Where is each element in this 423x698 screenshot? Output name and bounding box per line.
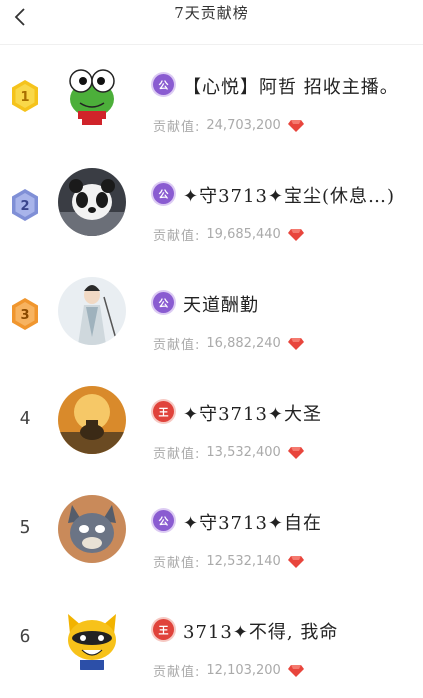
role-badge: 王 — [153, 619, 174, 640]
user-name: ✦守3713✦自在 — [183, 513, 322, 534]
contribution-value: 19,685,440 — [206, 227, 281, 242]
contribution-value: 12,103,200 — [206, 663, 281, 678]
rank-number: 6 — [19, 625, 31, 647]
contribution-value: 16,882,240 — [206, 336, 281, 351]
contribution-label: 贡献值: — [153, 665, 201, 680]
role-badge: 公 — [153, 74, 174, 95]
contribution-value: 12,532,140 — [206, 554, 281, 569]
gem-icon — [287, 228, 304, 241]
contribution-label: 贡献值: — [153, 556, 201, 571]
list-item[interactable]: 3 公 天道酬勤 贡献值: 16,882,240 — [0, 262, 423, 371]
rank-number: 1 — [20, 90, 29, 105]
contribution-value: 24,703,200 — [206, 118, 281, 133]
avatar[interactable] — [58, 58, 126, 127]
list-item[interactable]: 6 王 3713✦不得, 我命 贡献值: 12,103,200 — [0, 589, 423, 698]
role-badge: 王 — [153, 401, 174, 422]
gem-icon — [287, 555, 304, 568]
gold-rank-badge-icon: 1 — [10, 79, 40, 113]
list-item[interactable]: 2 公 ✦守3713✦宝尘(休息…) 贡献值: 19,685,440 — [0, 153, 423, 262]
rank-number: 2 — [20, 199, 29, 214]
role-badge: 公 — [153, 510, 174, 531]
contribution-label: 贡献值: — [153, 338, 201, 353]
user-name: 3713✦不得, 我命 — [183, 622, 339, 643]
avatar[interactable] — [58, 494, 126, 563]
top-bar: 7天贡献榜 — [0, 0, 423, 45]
user-name: ✦守3713✦大圣 — [183, 404, 322, 425]
contribution: 贡献值: 12,532,140 — [153, 552, 305, 571]
contribution: 贡献值: 24,703,200 — [153, 116, 305, 135]
list-item[interactable]: 1 公 【心悦】阿哲 招收主播。 贡献值: 24,703,200 — [0, 44, 423, 153]
role-badge: 公 — [153, 292, 174, 313]
list-item[interactable]: 4 王 ✦守3713✦大圣 贡献值: 13,532,400 — [0, 371, 423, 480]
silver-rank-badge-icon: 2 — [10, 188, 40, 222]
avatar[interactable] — [58, 276, 126, 345]
avatar[interactable] — [58, 603, 126, 672]
user-name: 【心悦】阿哲 招收主播。 — [183, 77, 399, 98]
rank-number: 5 — [19, 516, 31, 538]
contribution: 贡献值: 16,882,240 — [153, 334, 305, 353]
ranking-list: 1 公 【心悦】阿哲 招收主播。 贡献值: 24,703,200 2 公 ✦守3… — [0, 44, 423, 698]
contribution-value: 13,532,400 — [206, 445, 281, 460]
role-badge: 公 — [153, 183, 174, 204]
bronze-rank-badge-icon: 3 — [10, 297, 40, 331]
avatar[interactable] — [58, 385, 126, 454]
contribution-label: 贡献值: — [153, 120, 201, 135]
gem-icon — [287, 337, 304, 350]
gem-icon — [287, 664, 304, 677]
contribution-label: 贡献值: — [153, 229, 201, 244]
contribution: 贡献值: 13,532,400 — [153, 443, 305, 462]
gem-icon — [287, 446, 304, 459]
page-title: 7天贡献榜 — [174, 4, 249, 22]
user-name: ✦守3713✦宝尘(休息…) — [183, 186, 396, 207]
rank-number: 4 — [19, 407, 31, 429]
avatar[interactable] — [58, 167, 126, 236]
contribution: 贡献值: 19,685,440 — [153, 225, 305, 244]
user-name: 天道酬勤 — [183, 295, 259, 316]
contribution: 贡献值: 12,103,200 — [153, 661, 305, 680]
contribution-label: 贡献值: — [153, 447, 201, 462]
list-item[interactable]: 5 公 ✦守3713✦自在 贡献值: 12,532,140 — [0, 480, 423, 589]
gem-icon — [287, 119, 304, 132]
rank-number: 3 — [20, 308, 29, 323]
